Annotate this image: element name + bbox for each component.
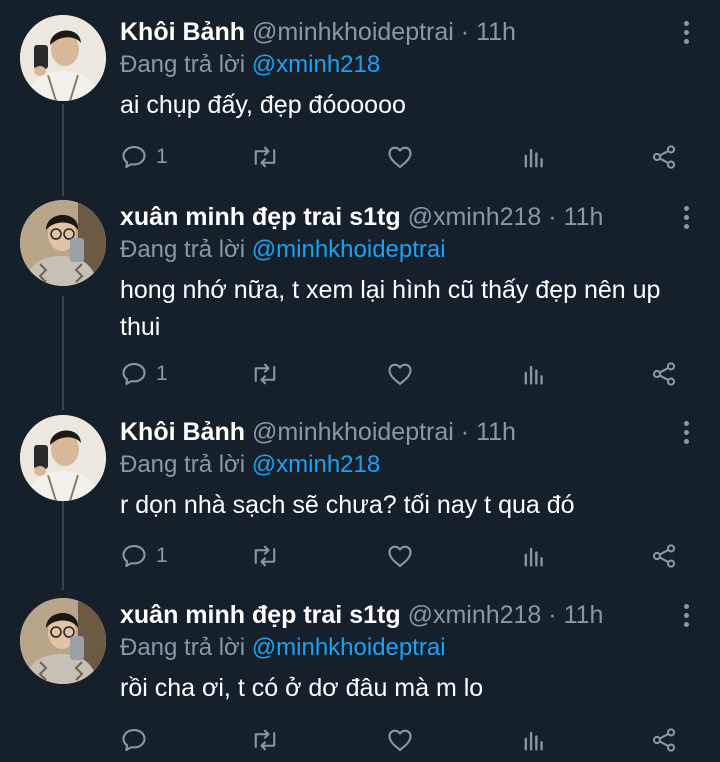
reply-icon	[122, 545, 146, 567]
reply-count: 1	[156, 544, 168, 567]
like-button[interactable]	[386, 540, 414, 572]
share-icon	[652, 728, 676, 752]
more-options-icon[interactable]	[680, 421, 692, 444]
share-button[interactable]	[650, 358, 678, 390]
replying-to-label: Đang trả lời	[120, 236, 246, 263]
mention-link[interactable]: @minhkhoideptrai	[252, 634, 446, 661]
like-icon	[388, 729, 412, 751]
analytics-button[interactable]	[520, 141, 548, 173]
analytics-icon	[524, 148, 543, 168]
reply-button[interactable]: 1	[120, 141, 168, 173]
separator-dot: ·	[460, 18, 470, 46]
analytics-button[interactable]	[520, 358, 548, 390]
tweet-actions	[120, 724, 690, 756]
user-handle[interactable]: @xminh218	[408, 601, 542, 629]
replying-to-label: Đang trả lời	[120, 451, 246, 478]
analytics-icon	[524, 547, 543, 567]
share-button[interactable]	[650, 141, 678, 173]
timestamp[interactable]: 11h	[564, 203, 604, 231]
replying-to: Đang trả lời @xminh218	[120, 449, 680, 481]
tweet-actions: 1	[120, 358, 690, 390]
retweet-icon	[254, 146, 276, 168]
reply-icon	[122, 363, 146, 385]
more-options-icon[interactable]	[680, 206, 692, 229]
thread-line	[62, 104, 64, 196]
timestamp[interactable]: 11h	[476, 18, 516, 46]
reply-count: 1	[156, 362, 168, 385]
user-handle[interactable]: @minhkhoideptrai	[252, 418, 454, 446]
display-name[interactable]: xuân minh đẹp trai s1tg	[120, 203, 401, 231]
reply-button[interactable]: 1	[120, 540, 168, 572]
like-icon	[388, 363, 412, 385]
user-handle[interactable]: @xminh218	[408, 203, 542, 231]
reply-icon	[122, 729, 146, 751]
like-button[interactable]	[386, 724, 414, 756]
timestamp[interactable]: 11h	[564, 601, 604, 629]
analytics-button[interactable]	[520, 540, 548, 572]
mention-link[interactable]: @xminh218	[252, 451, 380, 478]
replying-to-label: Đang trả lời	[120, 51, 246, 78]
separator-dot: ·	[548, 601, 557, 629]
display-name[interactable]: Khôi Bảnh	[120, 18, 245, 46]
tweet-header: Khôi Bảnh @minhkhoideptrai · 11h	[120, 15, 680, 49]
mention-link[interactable]: @xminh218	[252, 51, 380, 78]
tweet-header: xuân minh đẹp trai s1tg @xminh218 · 11h	[120, 200, 680, 234]
replying-to: Đang trả lời @minhkhoideptrai	[120, 632, 680, 664]
like-icon	[388, 146, 412, 168]
thread-line	[62, 296, 64, 410]
reply-icon	[122, 146, 146, 168]
replying-to-label: Đang trả lời	[120, 634, 246, 661]
analytics-icon	[524, 365, 543, 385]
separator-dot: ·	[460, 418, 470, 446]
avatar[interactable]	[20, 415, 106, 501]
more-options-icon[interactable]	[680, 21, 692, 44]
retweet-button[interactable]	[250, 141, 280, 173]
avatar[interactable]	[20, 15, 106, 101]
more-options-icon[interactable]	[680, 604, 692, 627]
retweet-icon	[254, 545, 276, 567]
timestamp[interactable]: 11h	[476, 418, 516, 446]
tweet-text: rồi cha ơi, t có ở dơ đâu mà m lo	[120, 674, 484, 702]
retweet-icon	[254, 363, 276, 385]
user-handle[interactable]: @minhkhoideptrai	[252, 18, 454, 46]
like-icon	[388, 545, 412, 567]
like-button[interactable]	[386, 141, 414, 173]
retweet-icon	[254, 729, 276, 751]
separator-dot: ·	[548, 203, 557, 231]
tweet-text: r dọn nhà sạch sẽ chưa? tối nay t qua đó	[120, 491, 575, 519]
analytics-icon	[524, 731, 543, 751]
avatar[interactable]	[20, 598, 106, 684]
retweet-button[interactable]	[250, 540, 280, 572]
display-name[interactable]: xuân minh đẹp trai s1tg	[120, 601, 401, 629]
tweet-header: xuân minh đẹp trai s1tg @xminh218 · 11h	[120, 598, 680, 632]
like-button[interactable]	[386, 358, 414, 390]
tweet-actions: 1	[120, 141, 690, 173]
replying-to: Đang trả lời @xminh218	[120, 49, 680, 81]
mention-link[interactable]: @minhkhoideptrai	[252, 236, 446, 263]
tweet-text: ai chụp đấy, đẹp đóooooo	[120, 91, 406, 119]
share-button[interactable]	[650, 540, 678, 572]
tweet-header: Khôi Bảnh @minhkhoideptrai · 11h	[120, 415, 680, 449]
display-name[interactable]: Khôi Bảnh	[120, 418, 245, 446]
reply-button[interactable]: 1	[120, 358, 168, 390]
retweet-button[interactable]	[250, 358, 280, 390]
tweet-text: hong nhớ nữa, t xem lại hình cũ thấy đẹp…	[120, 276, 661, 341]
reply-button[interactable]	[120, 724, 156, 756]
replying-to: Đang trả lời @minhkhoideptrai	[120, 234, 680, 266]
avatar[interactable]	[20, 200, 106, 286]
reply-count: 1	[156, 145, 168, 168]
share-icon	[652, 362, 676, 386]
retweet-button[interactable]	[250, 724, 280, 756]
analytics-button[interactable]	[520, 724, 548, 756]
share-button[interactable]	[650, 724, 678, 756]
share-icon	[652, 544, 676, 568]
tweet-actions: 1	[120, 540, 690, 572]
share-icon	[652, 145, 676, 169]
